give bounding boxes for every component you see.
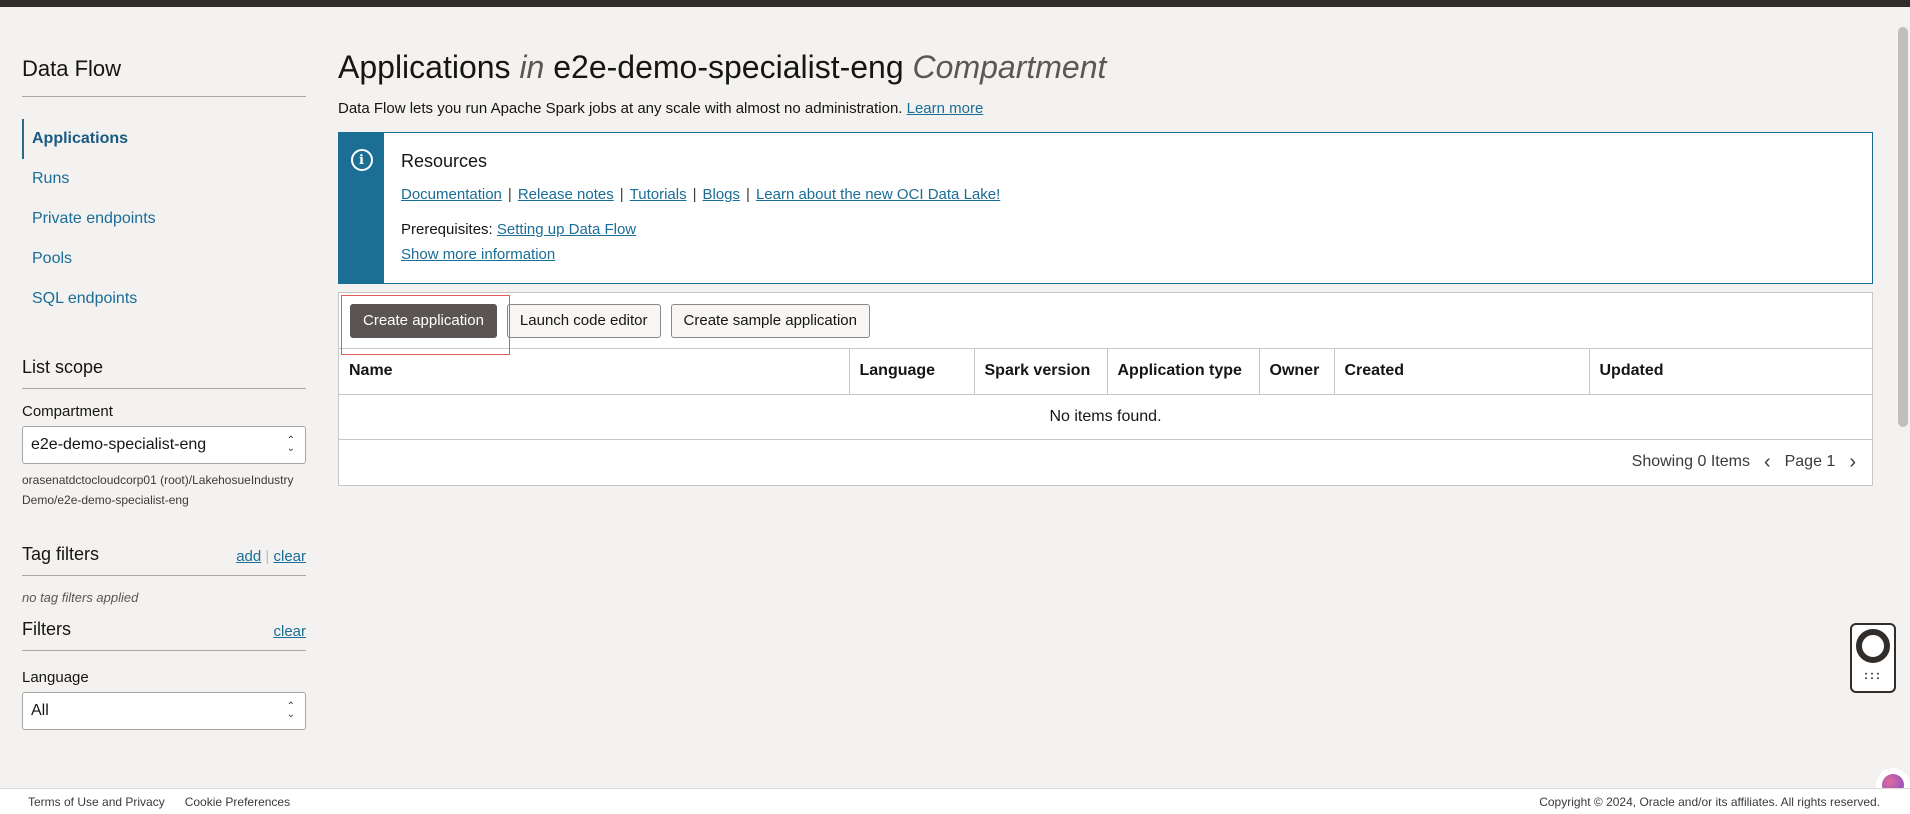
showing-count: Showing 0 Items bbox=[1631, 453, 1750, 470]
top-bar bbox=[0, 0, 1910, 7]
applications-table: Name Language Spark version Application … bbox=[339, 349, 1872, 440]
page-title-in: in bbox=[519, 49, 545, 85]
launch-code-editor-button[interactable]: Launch code editor bbox=[506, 303, 661, 338]
learn-more-link[interactable]: Learn more bbox=[907, 100, 984, 117]
compartment-value: e2e-demo-specialist-eng bbox=[31, 436, 207, 453]
page-indicator: Page 1 bbox=[1784, 453, 1836, 470]
resources-content: Resources Documentation | Release notes | Tu… bbox=[401, 151, 1862, 263]
tag-filters-empty: no tag filters applied bbox=[22, 590, 139, 605]
filters-links: clear bbox=[273, 623, 306, 640]
page-title-compartment: e2e-demo-specialist-eng bbox=[553, 49, 904, 85]
chevron-left-icon[interactable]: ‹ bbox=[1758, 451, 1777, 474]
setting-up-link[interactable]: Setting up Data Flow bbox=[497, 221, 636, 238]
column-language[interactable]: Language bbox=[849, 349, 975, 395]
filters-heading: Filters clear bbox=[22, 619, 306, 651]
page-scrollbar[interactable] bbox=[1896, 7, 1910, 787]
column-name[interactable]: Name bbox=[339, 349, 850, 395]
grid-menu-icon: ::: bbox=[1864, 668, 1882, 682]
blogs-link[interactable]: Blogs bbox=[703, 186, 741, 203]
show-more-row: Show more information bbox=[401, 246, 1862, 263]
resources-panel: i Resources Documentation | Release notes |… bbox=[338, 132, 1873, 284]
create-application-button[interactable]: Create application bbox=[350, 303, 497, 338]
sidebar-item-sql-endpoints[interactable]: SQL endpoints bbox=[22, 279, 306, 319]
footer-links: Terms of Use and Privacy Cookie Preferen… bbox=[28, 795, 290, 809]
tag-filters-title: Tag filters bbox=[22, 544, 100, 564]
resources-links: Documentation | Release notes | Tutorials | Bl… bbox=[401, 186, 1001, 203]
tag-filters-add-link[interactable]: add bbox=[236, 548, 261, 565]
resources-title: Resources bbox=[401, 151, 488, 171]
language-value: All bbox=[31, 702, 49, 719]
sidebar: Data Flow Applications Runs Private endp… bbox=[22, 7, 306, 787]
help-widget[interactable]: ::: bbox=[1850, 623, 1896, 693]
create-sample-application-button[interactable]: Create sample application bbox=[670, 303, 870, 338]
filters-title: Filters bbox=[22, 619, 71, 639]
prerequisites-label: Prerequisites: bbox=[401, 221, 493, 238]
show-more-link[interactable]: Show more information bbox=[401, 246, 555, 263]
sidebar-item-runs[interactable]: Runs bbox=[22, 159, 306, 199]
column-spark-version[interactable]: Spark version bbox=[974, 349, 1108, 395]
list-scope-heading: List scope bbox=[22, 357, 306, 389]
sidebar-item-pools[interactable]: Pools bbox=[22, 239, 306, 279]
table-footer: Showing 0 Items ‹ Page 1 › bbox=[339, 440, 1872, 485]
column-updated[interactable]: Updated bbox=[1589, 349, 1872, 395]
column-created[interactable]: Created bbox=[1334, 349, 1590, 395]
main-content: Applications in e2e-demo-specialist-eng … bbox=[338, 7, 1873, 486]
tag-filters-links: add | clear bbox=[236, 548, 306, 565]
release-notes-link[interactable]: Release notes bbox=[518, 186, 614, 203]
chevron-right-icon[interactable]: › bbox=[1843, 451, 1862, 474]
sidebar-title: Data Flow bbox=[22, 56, 306, 97]
data-lake-link[interactable]: Learn about the new OCI Data Lake! bbox=[756, 186, 1000, 203]
copyright-text: Copyright © 2024, Oracle and/or its affi… bbox=[1539, 794, 1880, 809]
compartment-path: orasenatdctocloudcorp01 (root)/Lakehosue… bbox=[22, 470, 306, 510]
table-header-row: Name Language Spark version Application … bbox=[339, 349, 1872, 395]
lifebuoy-icon bbox=[1856, 629, 1890, 663]
terms-link[interactable]: Terms of Use and Privacy bbox=[28, 795, 165, 809]
documentation-link[interactable]: Documentation bbox=[401, 186, 502, 203]
language-label: Language bbox=[22, 669, 89, 686]
applications-table-panel: Create application Launch code editor Cr… bbox=[338, 292, 1873, 486]
page-description: Data Flow lets you run Apache Spark jobs… bbox=[338, 100, 1873, 117]
page-description-text: Data Flow lets you run Apache Spark jobs… bbox=[338, 100, 903, 117]
scrollbar-thumb[interactable] bbox=[1898, 27, 1908, 427]
compartment-path-line1: orasenatdctocloudcorp01 (root)/Lakehosue… bbox=[22, 473, 294, 487]
sidebar-nav: Applications Runs Private endpoints Pool… bbox=[22, 119, 306, 319]
sidebar-item-private-endpoints[interactable]: Private endpoints bbox=[22, 199, 306, 239]
list-scope-title: List scope bbox=[22, 357, 104, 377]
tag-filters-heading: Tag filters add | clear bbox=[22, 544, 306, 576]
page-footer: Terms of Use and Privacy Cookie Preferen… bbox=[0, 788, 1910, 814]
compartment-select[interactable]: e2e-demo-specialist-eng ⌃ ⌄ bbox=[22, 426, 306, 464]
tag-filters-clear-link[interactable]: clear bbox=[273, 548, 306, 565]
table-toolbar: Create application Launch code editor Cr… bbox=[339, 293, 1872, 355]
cookie-preferences-link[interactable]: Cookie Preferences bbox=[185, 795, 290, 809]
page-title-main: Applications bbox=[338, 49, 511, 85]
filters-clear-link[interactable]: clear bbox=[273, 623, 306, 640]
compartment-label: Compartment bbox=[22, 403, 113, 420]
select-arrows-icon: ⌃ ⌄ bbox=[286, 701, 295, 720]
sidebar-item-applications[interactable]: Applications bbox=[22, 119, 306, 159]
resources-stripe: i bbox=[339, 133, 384, 283]
tutorials-link[interactable]: Tutorials bbox=[630, 186, 687, 203]
info-icon: i bbox=[350, 149, 373, 171]
column-application-type[interactable]: Application type bbox=[1107, 349, 1260, 395]
language-select[interactable]: All ⌃ ⌄ bbox=[22, 692, 306, 730]
column-owner[interactable]: Owner bbox=[1259, 349, 1335, 395]
page-title: Applications in e2e-demo-specialist-eng … bbox=[338, 49, 1873, 86]
empty-message: No items found. bbox=[339, 394, 1872, 440]
select-arrows-icon: ⌃ ⌄ bbox=[286, 435, 295, 454]
table-row: No items found. bbox=[339, 394, 1872, 440]
compartment-path-line2: Demo/e2e-demo-specialist-eng bbox=[22, 493, 189, 507]
page-title-suffix: Compartment bbox=[912, 49, 1107, 85]
prerequisites: Prerequisites: Setting up Data Flow bbox=[401, 221, 1862, 238]
